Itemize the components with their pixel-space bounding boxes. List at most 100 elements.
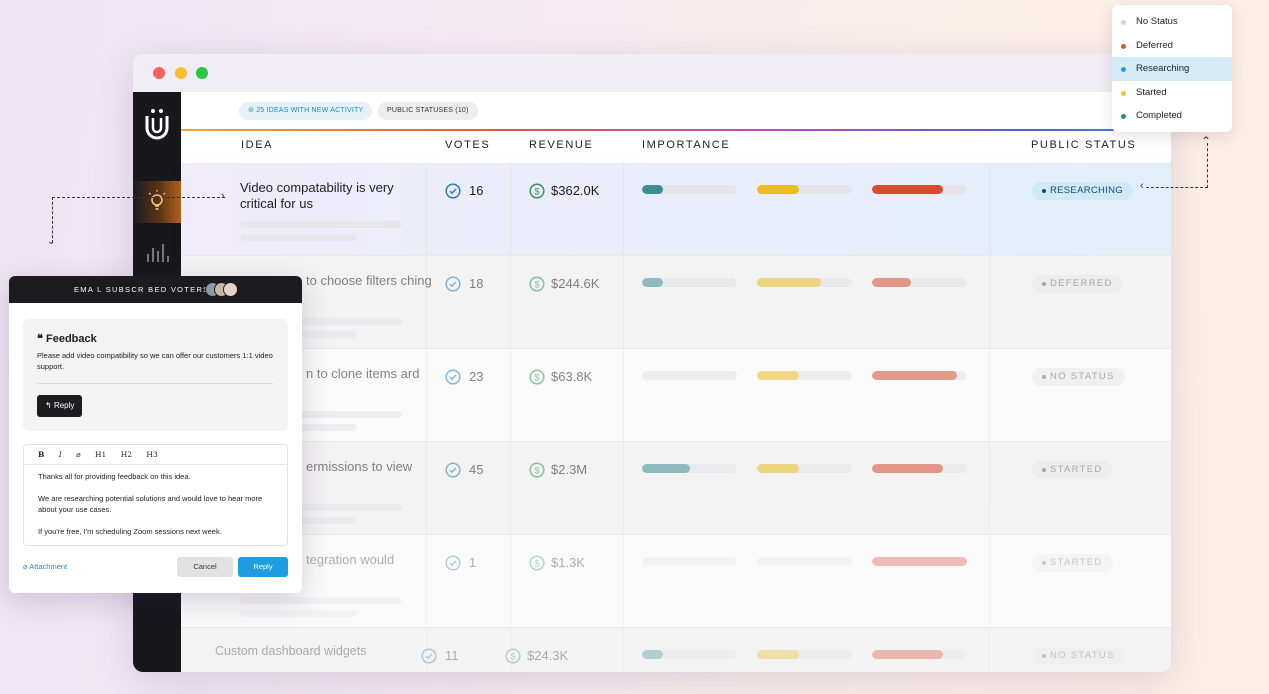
status-option-completed[interactable]: Completed (1112, 104, 1232, 128)
dollar-circle-icon: $ (529, 183, 545, 199)
importance-bar (872, 371, 967, 380)
maximize-window-dot[interactable] (196, 67, 208, 79)
vote-count: 1 (469, 555, 477, 570)
importance-bar (642, 185, 737, 194)
h3-button[interactable]: H3 (146, 450, 157, 459)
status-option-researching[interactable]: Researching (1112, 57, 1232, 81)
row-content: n to clone items ard 23 $ $63.8K NO STAT… (181, 349, 1171, 442)
importance-bar-fill (642, 278, 663, 287)
reply-icon: ↰ (45, 401, 54, 410)
status-badge[interactable]: STARTED (1032, 554, 1113, 572)
header-accent-line (181, 129, 1171, 131)
quote-icon: ❝ (37, 333, 46, 345)
feedback-card: ❝ Feedback Please add video compatibilit… (23, 319, 288, 431)
column-divider (426, 349, 427, 442)
close-window-dot[interactable] (153, 67, 165, 79)
vote-count: 18 (469, 276, 484, 291)
arrow-down-icon: ⌄ (47, 236, 56, 247)
bold-button[interactable]: B (38, 450, 44, 459)
column-divider (989, 535, 990, 628)
status-badge[interactable]: STARTED (1032, 461, 1113, 479)
importance-bar (872, 557, 967, 566)
importance-bar-fill (642, 464, 690, 473)
row-content: ermissions to view 45 $ $2.3M STARTED (181, 442, 1171, 535)
vote-count: 16 (469, 183, 484, 198)
importance-bar-fill (757, 185, 799, 194)
check-circle-icon[interactable] (445, 276, 461, 292)
importance-bar-fill (872, 650, 944, 659)
new-activity-label: 25 IDEAS WITH NEW ACTIVITY (256, 107, 364, 114)
column-divider (623, 349, 624, 442)
table-row[interactable]: tegration would 1 $ $1.3K STARTED (181, 535, 1171, 628)
app-logo-icon[interactable] (143, 106, 171, 142)
table-row[interactable]: Video compatability is very critical for… (181, 163, 1171, 256)
svg-text:$: $ (534, 280, 539, 290)
importance-bar-fill (757, 278, 821, 287)
importance-bar-fill (872, 464, 944, 473)
vote-count: 11 (445, 648, 459, 663)
table-row[interactable]: ermissions to view 45 $ $2.3M STARTED (181, 442, 1171, 535)
attachment-label: Attachment (29, 562, 68, 571)
column-header-importance[interactable]: IMPORTANCE (642, 139, 730, 151)
check-circle-icon[interactable] (445, 183, 461, 199)
dollar-circle-icon: $ (529, 462, 545, 478)
analytics-icon[interactable] (145, 242, 171, 262)
column-header-public-status[interactable]: PUBLIC STATUS (1031, 139, 1136, 151)
importance-bar-fill (872, 557, 967, 566)
check-circle-icon[interactable] (421, 648, 437, 664)
italic-button[interactable]: I (59, 450, 62, 459)
column-header-revenue[interactable]: REVENUE (529, 139, 593, 151)
feedback-reply-button[interactable]: ↰ Reply (37, 395, 83, 417)
public-statuses-pill[interactable]: PUBLIC STATUSES (10) (378, 102, 478, 120)
column-divider (623, 628, 624, 672)
status-dot (1121, 67, 1126, 72)
status-option-started[interactable]: Started (1112, 81, 1232, 105)
importance-bar (872, 464, 967, 473)
status-badge[interactable]: RESEARCHING (1032, 182, 1133, 200)
status-option-deferred[interactable]: Deferred (1112, 34, 1232, 58)
vote-count: 45 (469, 462, 484, 477)
cancel-button[interactable]: Cancel (177, 557, 233, 577)
check-circle-icon[interactable] (445, 555, 461, 571)
reply-editor[interactable]: B I ⌀ H1 H2 H3 Thanks all for providing … (23, 444, 288, 546)
status-dot (1121, 20, 1126, 25)
check-circle-icon[interactable] (445, 462, 461, 478)
link-icon[interactable]: ⌀ (76, 450, 81, 459)
idea-title[interactable]: Custom dashboard widgets (215, 643, 395, 659)
table-row[interactable]: Custom dashboard widgets 11 $ $24.3K NO … (181, 628, 1171, 672)
column-divider (989, 256, 990, 349)
column-header-votes[interactable]: VOTES (445, 139, 490, 151)
column-divider (623, 442, 624, 535)
status-badge[interactable]: NO STATUS (1032, 368, 1125, 386)
importance-bar (642, 371, 737, 380)
minimize-window-dot[interactable] (175, 67, 187, 79)
reply-button[interactable]: Reply (238, 557, 288, 577)
importance-bar-fill (757, 650, 799, 659)
status-option-label: Deferred (1136, 39, 1173, 51)
table-row[interactable]: to choose filters ching 18 $ $244.6K DEF… (181, 256, 1171, 349)
status-badge[interactable]: NO STATUS (1032, 647, 1125, 665)
attachment-link[interactable]: ⌀ Attachment (23, 562, 67, 571)
importance-bar-fill (872, 371, 957, 380)
importance-bar (872, 185, 967, 194)
sidebar-item-ideas[interactable] (133, 181, 181, 223)
importance-bar-fill (757, 464, 799, 473)
column-divider (510, 256, 511, 349)
h1-button[interactable]: H1 (95, 450, 106, 459)
arrow-left-icon: ‹ (1140, 180, 1144, 192)
check-circle-icon[interactable] (445, 369, 461, 385)
h2-button[interactable]: H2 (121, 450, 132, 459)
column-header-idea[interactable]: IDEA (241, 139, 273, 151)
column-divider (623, 535, 624, 628)
column-divider (510, 163, 511, 256)
status-dot (1121, 90, 1126, 96)
status-badge[interactable]: DEFERRED (1032, 275, 1123, 293)
table-row[interactable]: n to clone items ard 23 $ $63.8K NO STAT… (181, 349, 1171, 442)
new-activity-pill[interactable]: ⊘ 25 IDEAS WITH NEW ACTIVITY (239, 102, 373, 120)
status-option-no-status[interactable]: No Status (1112, 10, 1232, 34)
importance-bar-fill (642, 650, 663, 659)
idea-title[interactable]: Video compatability is very critical for… (240, 180, 420, 212)
editor-toolbar: B I ⌀ H1 H2 H3 (24, 445, 287, 465)
dollar-circle-icon: $ (529, 555, 545, 571)
revenue-value: $24.3K (527, 648, 569, 663)
